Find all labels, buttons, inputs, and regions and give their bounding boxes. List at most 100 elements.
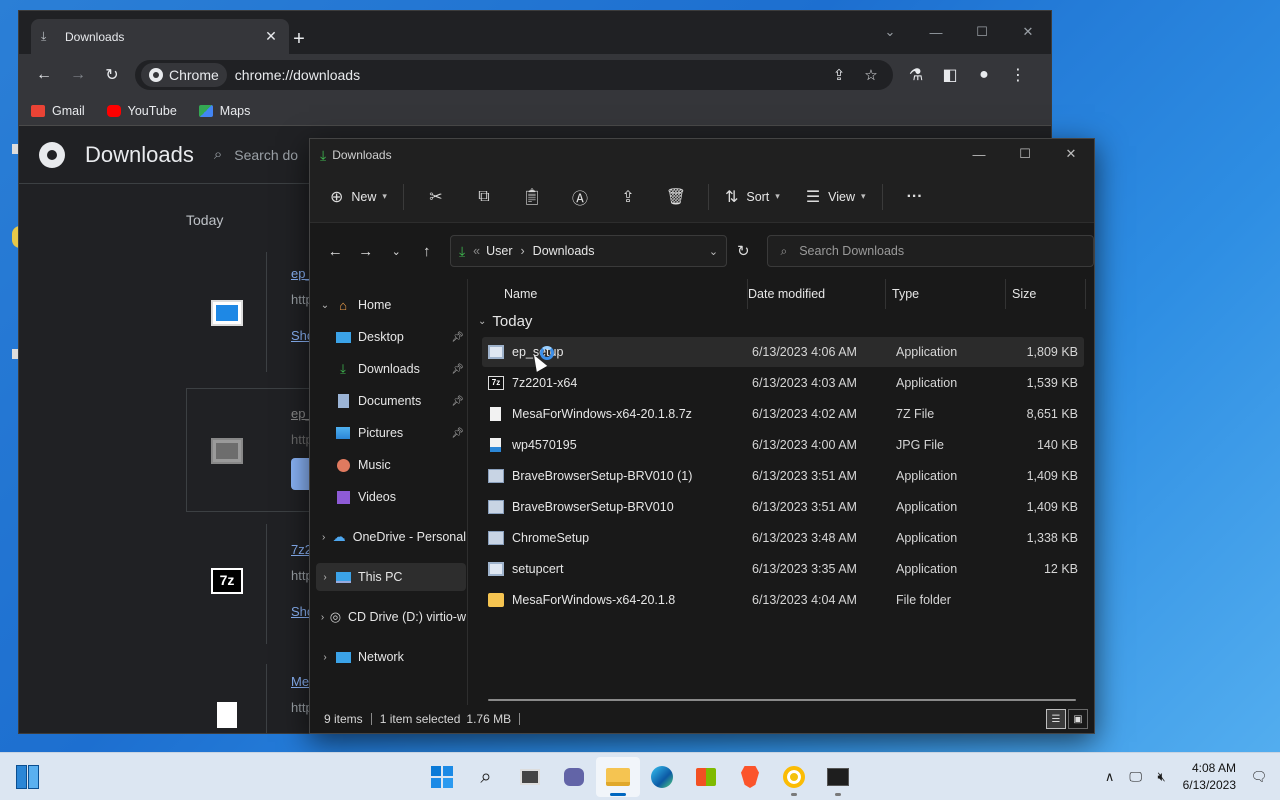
nav-item-cd-drive[interactable]: › ◎ CD Drive (D:) virtio-w	[316, 603, 466, 631]
file-row[interactable]: setupcert 6/13/2023 3:35 AM Application …	[482, 554, 1084, 584]
pin-icon[interactable]: 📌︎	[451, 332, 464, 343]
file-row[interactable]: MesaForWindows-x64-20.1.8 6/13/2023 4:04…	[482, 585, 1084, 615]
sort-button[interactable]: ⇅ Sort ▾	[717, 180, 788, 214]
tab-downloads[interactable]: ⤓ Downloads ✕	[31, 19, 289, 54]
labs-flask-icon[interactable]: ⚗	[899, 58, 933, 92]
minimize-button[interactable]: —	[956, 139, 1002, 169]
file-row[interactable]: wp4570195 6/13/2023 4:00 AM JPG File 140…	[482, 430, 1084, 460]
view-button[interactable]: ☰ View ▾	[798, 180, 874, 214]
nav-item-home[interactable]: ⌄ ⌂ Home	[316, 291, 466, 319]
address-bar[interactable]: ⤓ « User › Downloads ⌄	[449, 235, 728, 267]
close-tab-icon[interactable]: ✕	[263, 28, 279, 45]
back-button[interactable]: ←	[320, 235, 350, 267]
details-view-icon[interactable]: ☰	[1046, 709, 1066, 729]
nav-item-pictures[interactable]: Pictures 📌︎	[334, 419, 466, 447]
nav-item-videos[interactable]: Videos	[334, 483, 466, 511]
breadcrumb-user[interactable]: User	[486, 244, 512, 258]
forward-button[interactable]: →	[61, 58, 95, 92]
nav-item-documents[interactable]: Documents 📌︎	[334, 387, 466, 415]
refresh-button[interactable]: ↻	[727, 235, 759, 267]
widgets-icon[interactable]	[16, 765, 40, 789]
chevron-right-icon[interactable]: ›	[316, 572, 334, 583]
copy-button[interactable]: ⧉	[460, 180, 508, 214]
clock[interactable]: 4:08 AM 6/13/2023	[1183, 760, 1236, 794]
url-text[interactable]: chrome://downloads	[235, 67, 823, 83]
chevron-down-icon[interactable]: ⌄	[709, 245, 718, 258]
file-row[interactable]: 7z 7z2201-x64 6/13/2023 4:03 AM Applicat…	[482, 368, 1084, 398]
maximize-button[interactable]: ☐	[1002, 139, 1048, 169]
reload-button[interactable]: ↻	[95, 58, 129, 92]
file-row[interactable]: MesaForWindows-x64-20.1.8.7z 6/13/2023 4…	[482, 399, 1084, 429]
terminal-button[interactable]	[816, 757, 860, 797]
chevron-right-icon[interactable]: ›	[316, 532, 331, 543]
omnibox[interactable]: Chrome chrome://downloads ⇪ ☆	[135, 60, 893, 90]
notifications-icon[interactable]: 🗨︎	[1246, 769, 1272, 785]
tab-search-icon[interactable]: ⌄	[867, 17, 913, 47]
file-row[interactable]: ep_setup 6/13/2023 4:06 AM Application 1…	[482, 337, 1084, 367]
download-name-link[interactable]: Me	[291, 674, 309, 689]
nav-item-downloads[interactable]: ⤓ Downloads 📌︎	[334, 355, 466, 383]
side-panel-icon[interactable]: ◧	[933, 58, 967, 92]
network-icon[interactable]: 🖵︎	[1123, 769, 1149, 785]
back-button[interactable]: ←	[27, 58, 61, 92]
maximize-button[interactable]: ☐	[959, 17, 1005, 47]
retry-button[interactable]	[291, 458, 311, 490]
new-tab-button[interactable]: +	[285, 25, 313, 53]
file-row[interactable]: BraveBrowserSetup-BRV010 (1) 6/13/2023 3…	[482, 461, 1084, 491]
chrome-taskbar-button[interactable]	[772, 757, 816, 797]
bookmark-star-icon[interactable]: ☆	[855, 66, 887, 84]
file-explorer-taskbar-button[interactable]	[596, 757, 640, 797]
share-button[interactable]: ⇪	[604, 180, 652, 214]
search-input[interactable]: ⌕ Search Downloads	[767, 235, 1094, 267]
bookmark-maps[interactable]: Maps	[198, 104, 250, 118]
horizontal-scrollbar[interactable]	[488, 699, 1076, 701]
bookmark-youtube[interactable]: YouTube	[106, 104, 177, 118]
brave-button[interactable]	[728, 757, 772, 797]
profile-icon[interactable]: ●	[967, 58, 1001, 92]
store-button[interactable]	[684, 757, 728, 797]
downloads-search[interactable]: ⌕ Search do	[214, 146, 298, 163]
overflow-chevron-icon[interactable]: «	[473, 244, 480, 258]
start-button[interactable]	[420, 757, 464, 797]
nav-item-desktop[interactable]: Desktop 📌︎	[334, 323, 466, 351]
group-header[interactable]: ⌄ Today	[478, 313, 532, 330]
task-view-button[interactable]	[508, 757, 552, 797]
pin-icon[interactable]: 📌︎	[451, 428, 464, 439]
chevron-right-icon[interactable]: ›	[316, 652, 334, 663]
site-chip[interactable]: Chrome	[141, 63, 227, 87]
bookmark-gmail[interactable]: Gmail	[31, 104, 85, 118]
recent-locations-button[interactable]: ⌄	[381, 235, 411, 267]
search-button[interactable]: ⌕	[464, 757, 508, 797]
volume-muted-icon[interactable]: 🔇︎	[1149, 769, 1175, 785]
nav-item-music[interactable]: Music	[334, 451, 466, 479]
paste-button[interactable]: 📋︎	[508, 180, 556, 214]
nav-item-network[interactable]: › Network	[316, 643, 466, 671]
column-date-modified[interactable]: Date modified	[742, 279, 886, 309]
column-size[interactable]: Size	[1006, 279, 1086, 309]
cut-button[interactable]: ✂	[412, 180, 460, 214]
breadcrumb-downloads[interactable]: Downloads	[533, 244, 595, 258]
nav-item-this-pc[interactable]: › This PC	[316, 563, 466, 591]
rename-button[interactable]: Ⓐ	[556, 180, 604, 214]
pin-icon[interactable]: 📌︎	[451, 396, 464, 407]
column-name[interactable]: Name	[498, 279, 748, 309]
minimize-button[interactable]: —	[913, 17, 959, 47]
menu-kebab-icon[interactable]: ⋮	[1001, 58, 1035, 92]
close-button[interactable]: ✕	[1048, 139, 1094, 169]
file-row[interactable]: ChromeSetup 6/13/2023 3:48 AM Applicatio…	[482, 523, 1084, 553]
teams-chat-button[interactable]	[552, 757, 596, 797]
chevron-down-icon[interactable]: ⌄	[316, 300, 334, 311]
delete-button[interactable]: 🗑︎	[652, 180, 700, 214]
forward-button[interactable]: →	[350, 235, 380, 267]
chevron-up-icon[interactable]: ∧	[1097, 769, 1123, 785]
edge-button[interactable]	[640, 757, 684, 797]
nav-item-onedrive[interactable]: › ☁ OneDrive - Personal	[316, 523, 466, 551]
close-button[interactable]: ✕	[1005, 17, 1051, 47]
share-icon[interactable]: ⇪	[823, 66, 855, 84]
tiles-view-icon[interactable]: ▣	[1068, 709, 1088, 729]
up-button[interactable]: ↑	[411, 235, 441, 267]
column-type[interactable]: Type	[886, 279, 1006, 309]
pin-icon[interactable]: 📌︎	[451, 364, 464, 375]
new-button[interactable]: ⊕ New ▾	[322, 180, 395, 214]
file-row[interactable]: BraveBrowserSetup-BRV010 6/13/2023 3:51 …	[482, 492, 1084, 522]
